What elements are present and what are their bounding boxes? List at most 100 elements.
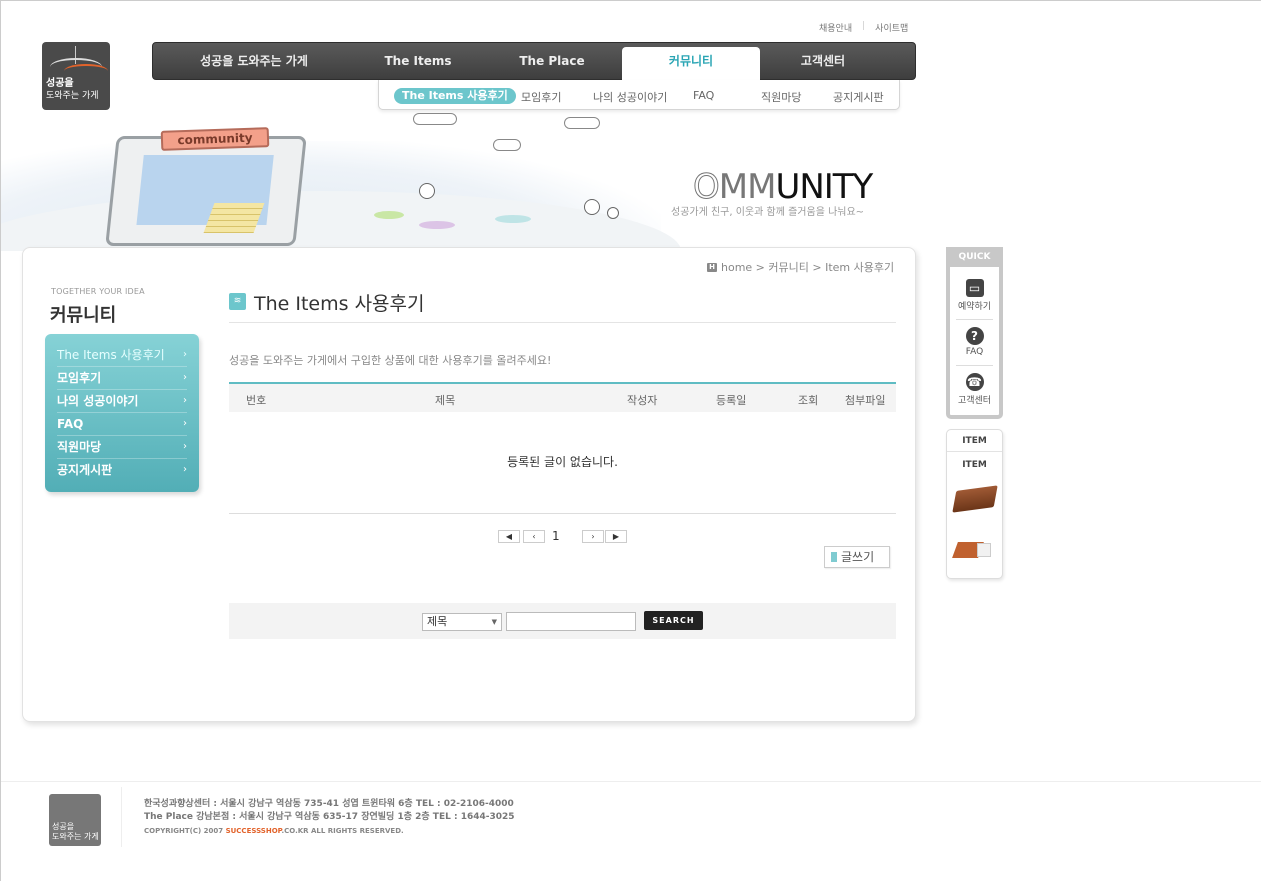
sidebar-item-meetings[interactable]: 모임후기 › — [57, 367, 187, 390]
subnav-item-notice[interactable]: 공지게시판 — [833, 89, 884, 105]
subnav-item-meetings[interactable]: 모임후기 — [521, 89, 561, 105]
chevron-right-icon: › — [183, 464, 187, 475]
footer-address-line2: The Place 강남본점 : 서울시 강남구 역삼동 635-17 장연빌딩… — [144, 812, 515, 822]
board-title-icon: ≋ — [229, 293, 246, 310]
last-page-button[interactable]: ▶ — [605, 530, 627, 543]
quick-menu: QUICK ▭ 예약하기 ? FAQ ☎ 고객센터 — [946, 247, 1003, 419]
question-icon: ? — [965, 327, 984, 345]
item-box-subheader: ITEM — [962, 460, 987, 470]
breadcrumb: H home > 커뮤니티 > Item 사용후기 — [707, 259, 894, 275]
community-sign: community — [160, 127, 270, 151]
column-author: 작성자 — [627, 394, 658, 407]
quick-item-customer-center[interactable]: ☎ 고객센터 — [950, 373, 999, 406]
nav-customer-center[interactable]: 고객센터 — [768, 43, 878, 81]
sidebar-item-staff[interactable]: 직원마당 › — [57, 436, 187, 459]
tree-illustration — [584, 199, 600, 215]
subnav-item-success-stories[interactable]: 나의 성공이야기 — [593, 89, 667, 105]
write-button[interactable]: 글쓰기 — [824, 546, 890, 568]
main-nav: 성공을 도와주는 가게 The Items The Place 커뮤니티 고객센… — [152, 42, 916, 81]
item-box-header: ITEM — [947, 430, 1002, 452]
sidebar-item-label: FAQ — [57, 417, 84, 431]
column-attachment: 첨부파일 — [845, 394, 886, 407]
copyright-prefix: COPYRIGHT(C) 2007 — [144, 827, 226, 835]
table-illustration — [419, 221, 455, 229]
cloud-illustration — [564, 117, 600, 129]
recruit-link[interactable]: 채용안내 — [819, 21, 852, 34]
search-field-select[interactable]: 제목 ▼ — [422, 613, 502, 631]
sidebar-item-label: 나의 성공이야기 — [57, 394, 139, 408]
monitor-icon: ▭ — [965, 279, 984, 297]
copyright-brand: SUCCESSSHOP — [225, 827, 282, 835]
site-logo[interactable]: 성공을 도와주는 가게 — [42, 42, 110, 110]
nav-the-items[interactable]: The Items — [363, 43, 473, 81]
tree-illustration — [607, 207, 619, 219]
sidebar-item-faq[interactable]: FAQ › — [57, 413, 187, 436]
footer-address: 한국성과향상센터 : 서울시 강남구 역삼동 735-41 성엽 트윈타워 6층… — [144, 798, 515, 824]
quick-item-reservation[interactable]: ▭ 예약하기 — [950, 279, 999, 312]
column-views: 조회 — [798, 394, 819, 407]
sitemap-link[interactable]: 사이트맵 — [875, 21, 908, 34]
quick-header: QUICK — [946, 247, 1003, 267]
table-illustration — [374, 211, 404, 219]
quick-divider — [956, 319, 993, 320]
community-banner: community OMMUNITY 성공가게 친구, 이웃과 함께 즐거움을 … — [1, 111, 911, 251]
board-table-header: 번호 제목 작성자 등록일 조회 첨부파일 — [229, 382, 896, 412]
sidebar-item-notice[interactable]: 공지게시판 › — [57, 459, 187, 482]
chevron-right-icon: › — [183, 349, 187, 360]
column-number: 번호 — [246, 394, 267, 407]
page-title: The Items 사용후기 — [254, 293, 425, 315]
subnav-item-faq[interactable]: FAQ — [693, 89, 714, 102]
sidebar-item-label: The Items 사용후기 — [57, 348, 165, 362]
quick-divider — [956, 365, 993, 366]
utility-links: 채용안내 | 사이트맵 — [819, 21, 908, 34]
sidebar-item-label: 공지게시판 — [57, 463, 113, 477]
product-thumbnail-cube — [977, 543, 991, 557]
table-bottom-line — [229, 513, 896, 514]
breadcrumb-path[interactable]: home > 커뮤니티 > Item 사용후기 — [721, 259, 894, 275]
chevron-right-icon: › — [183, 395, 187, 406]
home-icon: H — [707, 262, 717, 272]
banner-heading: OMMUNITY — [693, 167, 874, 208]
footer-logo: 성공을 도와주는 가게 — [49, 794, 101, 846]
chevron-right-icon: › — [183, 441, 187, 452]
subnav-item-staff[interactable]: 직원마당 — [761, 89, 801, 105]
prev-page-button[interactable]: ‹ — [523, 530, 545, 543]
telephone-icon: ☎ — [965, 373, 984, 391]
logo-line2: 도와주는 가게 — [46, 91, 99, 101]
footer-logo-line2: 도와주는 가게 — [52, 832, 99, 841]
page-number-current[interactable]: 1 — [552, 529, 560, 543]
title-divider — [229, 322, 896, 323]
cloud-illustration — [413, 113, 457, 125]
sidebar-menu: The Items 사용후기 › 모임후기 › 나의 성공이야기 › FAQ › 직원마… — [45, 334, 199, 492]
page-description: 성공을 도와주는 가게에서 구입한 상품에 대한 사용후기를 올려주세요! — [229, 354, 552, 367]
column-subject: 제목 — [435, 394, 456, 407]
first-page-button[interactable]: ◀ — [498, 530, 520, 543]
next-page-button[interactable]: › — [582, 530, 604, 543]
search-input[interactable] — [506, 612, 636, 631]
pencil-icon — [831, 552, 837, 562]
logo-arc-orange — [64, 64, 108, 78]
nav-home[interactable]: 성공을 도와주는 가게 — [189, 43, 319, 81]
logo-line1: 성공을 — [46, 78, 74, 89]
dropdown-arrow-icon: ▼ — [491, 618, 497, 626]
product-thumbnail-organizer[interactable] — [952, 485, 998, 513]
banner-slogan: 성공가게 친구, 이웃과 함께 즐거움을 나눠요~ — [671, 207, 865, 218]
chevron-right-icon: › — [183, 372, 187, 383]
empty-message: 등록된 글이 없습니다. — [507, 455, 618, 469]
nav-the-place[interactable]: The Place — [497, 43, 607, 81]
chevron-right-icon: › — [183, 418, 187, 429]
sidebar-item-success-stories[interactable]: 나의 성공이야기 › — [57, 390, 187, 413]
nav-community[interactable]: 커뮤니티 — [622, 47, 760, 81]
copyright-suffix: .CO.KR ALL RIGHTS RESERVED. — [281, 827, 404, 835]
sidebar-item-label: 모임후기 — [57, 371, 102, 385]
footer-address-line1: 한국성과향상센터 : 서울시 강남구 역삼동 735-41 성엽 트윈타워 6층… — [144, 799, 514, 809]
footer-logo-line1: 성공을 — [52, 822, 75, 831]
subnav-item-reviews[interactable]: The Items 사용후기 — [394, 88, 516, 104]
footer-divider — [1, 781, 1261, 782]
sidebar-subtitle: TOGETHER YOUR IDEA — [51, 287, 145, 296]
search-button[interactable]: SEARCH — [644, 611, 703, 630]
quick-item-faq[interactable]: ? FAQ — [950, 327, 999, 357]
sidebar-item-reviews[interactable]: The Items 사용후기 › — [57, 344, 187, 367]
sidebar-item-label: 직원마당 — [57, 440, 102, 454]
column-date: 등록일 — [716, 394, 747, 407]
